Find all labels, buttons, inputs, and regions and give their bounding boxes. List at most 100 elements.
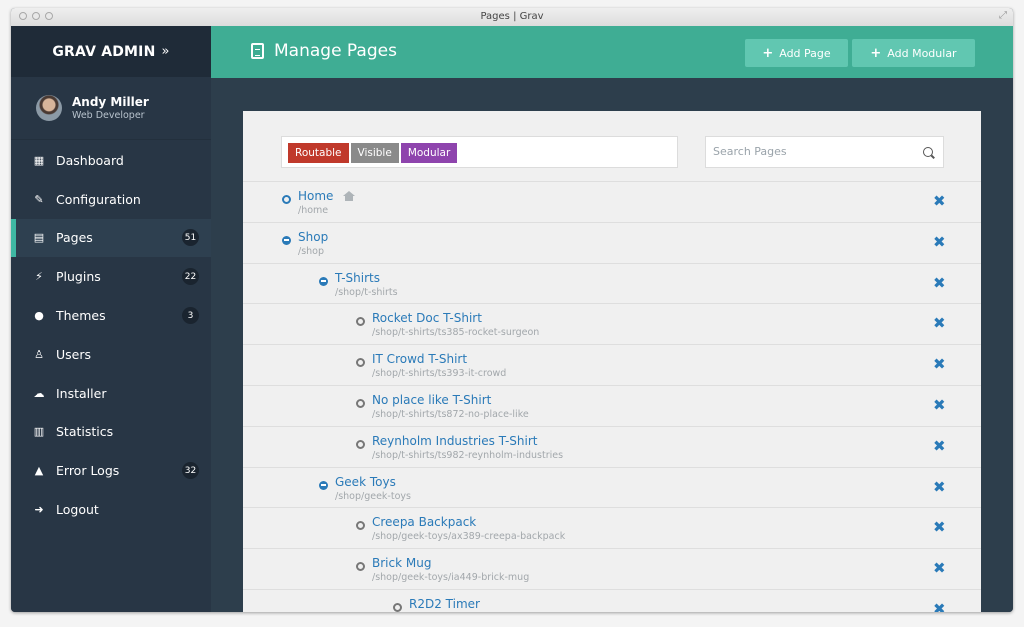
page-dot-icon: [356, 562, 365, 572]
page-route: /shop/t-shirts/ts982-reynholm-industries: [372, 449, 564, 461]
page-row[interactable]: No place like T-Shirt/shop/t-shirts/ts87…: [243, 384, 981, 426]
sidebar-item-plugins[interactable]: ⚡ Plugins 22: [11, 257, 211, 296]
page-title-link[interactable]: Creepa Backpack: [372, 515, 476, 529]
page-route: /shop/t-shirts/ts393-it-crowd: [372, 368, 507, 380]
page-header: Manage Pages + Add Page + Add Modular: [211, 26, 1013, 78]
page-title-link[interactable]: Brick Mug: [372, 556, 431, 570]
sidebar-nav: ▦ Dashboard ✎ Configuration ▤ Pages 51 ⚡ Plugins…: [11, 141, 211, 529]
page-title-link[interactable]: Reynholm Industries T-Shirt: [372, 434, 537, 448]
male-icon: ♙: [34, 347, 44, 361]
brand[interactable]: GRAV ADMIN »: [11, 26, 211, 77]
delete-icon[interactable]: ✖: [933, 275, 946, 291]
search-icon[interactable]: [923, 147, 933, 157]
delete-icon[interactable]: ✖: [933, 357, 946, 372]
page-title-link[interactable]: IT Crowd T-Shirt: [372, 352, 467, 366]
sidebar-item-configuration[interactable]: ✎ Configuration: [11, 180, 211, 219]
delete-icon[interactable]: ✖: [933, 438, 946, 454]
fullscreen-icon[interactable]: ⤢: [999, 10, 1007, 21]
search-input[interactable]: [711, 144, 915, 159]
page-title-link[interactable]: Shop: [298, 230, 328, 244]
delete-icon[interactable]: ✖: [933, 520, 946, 535]
sidebar-item-label: Themes: [56, 308, 106, 324]
count-badge: 3: [182, 307, 199, 325]
sidebar-item-themes[interactable]: ● Themes 3: [11, 296, 211, 335]
delete-icon[interactable]: ✖: [933, 479, 946, 495]
plug-icon: ⚡: [35, 270, 43, 284]
collapse-icon[interactable]: [319, 480, 328, 490]
page-dot-icon: [356, 358, 365, 368]
page-route: /shop/geek-toys/ax389-creepa-backpack: [372, 531, 566, 543]
filter-tag-routable[interactable]: Routable: [288, 143, 349, 163]
tint-icon: ●: [34, 309, 44, 323]
sidebar-item-label: Logout: [56, 502, 99, 518]
sidebar-item-label: Dashboard: [56, 152, 124, 168]
delete-icon[interactable]: ✖: [933, 194, 946, 209]
page-route: /home: [298, 205, 329, 216]
page-row[interactable]: Geek Toys/shop/geek-toys ✖: [243, 466, 981, 508]
wrench-icon: ✎: [34, 192, 44, 206]
filter-bar[interactable]: Routable Visible Modular: [281, 136, 678, 168]
delete-icon[interactable]: ✖: [933, 561, 946, 576]
sidebar-item-pages[interactable]: ▤ Pages 51: [11, 218, 211, 258]
page-row[interactable]: Reynholm Industries T-Shirt/shop/t-shirt…: [243, 425, 981, 467]
collapse-sidebar-icon[interactable]: »: [162, 44, 170, 59]
search-box: [705, 136, 944, 168]
delete-icon[interactable]: ✖: [933, 234, 946, 250]
page-title-link[interactable]: No place like T-Shirt: [372, 393, 491, 407]
count-badge: 32: [182, 462, 199, 480]
sidebar: GRAV ADMIN » Andy Miller Web Developer ▦…: [11, 26, 211, 612]
page-row[interactable]: IT Crowd T-Shirt/shop/t-shirts/ts393-it-…: [243, 344, 981, 385]
sidebar-item-error-logs[interactable]: ▲ Error Logs 32: [11, 451, 211, 490]
page-title-link[interactable]: Rocket Doc T-Shirt: [372, 311, 482, 325]
page-route: /shop/t-shirts/ts872-no-place-like: [372, 408, 529, 420]
count-badge: 51: [182, 229, 199, 247]
add-modular-label: Add Modular: [887, 46, 957, 60]
page-title: Manage Pages: [251, 41, 397, 61]
filter-tag-visible[interactable]: Visible: [350, 143, 399, 163]
page-title-link[interactable]: T-Shirts: [335, 271, 380, 285]
main-content: RoutableVisibleModular Home/home✖Shop/sh…: [211, 78, 1013, 612]
delete-icon[interactable]: ✖: [933, 316, 946, 331]
page-title-link[interactable]: R2D2 Timer: [409, 597, 480, 611]
page-route: /shop/geek-toys/ia449-brick-mug: [372, 572, 530, 584]
page-row[interactable]: Rocket Doc T-Shirt/shop/t-shirts/ts385-r…: [243, 303, 981, 344]
user-profile[interactable]: Andy Miller Web Developer: [11, 77, 211, 140]
circle-icon: [282, 195, 291, 204]
sidebar-item-installer[interactable]: ☁ Installer: [11, 374, 211, 413]
page-title-link[interactable]: Geek Toys: [335, 475, 396, 489]
sidebar-item-label: Error Logs: [56, 463, 120, 479]
page-row[interactable]: Brick Mug/shop/geek-toys/ia449-brick-mug…: [243, 548, 981, 589]
page-row[interactable]: R2D2 Timer ✖: [243, 588, 981, 612]
cloud-download-icon: ☁: [33, 386, 45, 400]
add-modular-button[interactable]: + Add Modular: [852, 39, 975, 67]
avatar: [36, 95, 62, 121]
sidebar-item-users[interactable]: ♙ Users: [11, 335, 211, 374]
sidebar-item-logout[interactable]: ➜ Logout: [11, 490, 211, 529]
page-dot-icon: [393, 602, 402, 612]
sidebar-item-dashboard[interactable]: ▦ Dashboard: [11, 141, 211, 180]
page-dot-icon: [356, 398, 365, 408]
collapse-icon[interactable]: [282, 235, 291, 245]
page-title-link[interactable]: Home: [298, 189, 333, 203]
sidebar-item-label: Plugins: [56, 269, 101, 285]
delete-icon[interactable]: ✖: [933, 397, 946, 413]
filter-tag-modular[interactable]: Modular: [400, 143, 458, 163]
collapse-icon[interactable]: [319, 276, 328, 286]
delete-icon[interactable]: ✖: [933, 601, 946, 612]
page-row[interactable]: Shop/shop ✖: [243, 221, 981, 263]
page-dot-icon: [356, 317, 365, 327]
add-page-button[interactable]: + Add Page: [745, 39, 848, 67]
user-name: Andy Miller: [72, 95, 149, 109]
page-row[interactable]: T-Shirts/shop/t-shirts ✖: [243, 262, 981, 304]
page-row[interactable]: Home/home ✖: [243, 181, 981, 222]
page-title-text: Manage Pages: [274, 41, 397, 61]
home-icon: [343, 191, 356, 201]
browser-window: Pages | Grav ⤢ GRAV ADMIN » Andy Miller …: [11, 8, 1013, 612]
page-row[interactable]: Creepa Backpack/shop/geek-toys/ax389-cre…: [243, 507, 981, 548]
dashboard-icon: ▦: [33, 153, 45, 167]
page-list: Home/home ✖ Shop/shop ✖ T-Shirts/shop/t-shir…: [243, 181, 981, 612]
sidebar-item-label: Installer: [56, 385, 107, 401]
page-route: /shop: [298, 245, 325, 257]
window-title: Pages | Grav: [480, 11, 544, 22]
sidebar-item-statistics[interactable]: ▥ Statistics: [11, 413, 211, 452]
